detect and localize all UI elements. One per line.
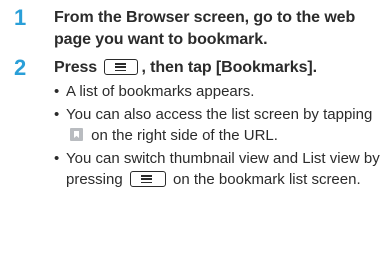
step-number: 1 [14, 5, 27, 30]
bullet-marker: • [54, 83, 60, 100]
instruction-page: 1 From the Browser screen, go to the web… [0, 0, 383, 265]
menu-key-icon [104, 59, 139, 75]
bookmark-icon [70, 128, 83, 141]
note-text: on the right side of the URL. [87, 127, 278, 144]
list-item: • You can also access the list screen by… [54, 104, 380, 147]
note-text: A list of bookmarks appears. [66, 83, 255, 100]
step-title: From the Browser screen, go to the web p… [54, 9, 356, 48]
menu-key-icon [129, 171, 166, 187]
step-2-notes: • A list of bookmarks appears. • You can… [54, 81, 380, 191]
step-title-text: , then tap [Bookmarks]. [141, 59, 317, 76]
bullet-marker: • [54, 149, 60, 167]
step-number: 2 [14, 55, 27, 80]
step-title-text: Press [54, 59, 102, 76]
list-item: • You can switch thumbnail view and List… [54, 148, 380, 191]
note-text: You can also access the list screen by t… [66, 105, 373, 123]
list-item: • A list of bookmarks appears. [54, 81, 380, 103]
note-text: on the bookmark list screen. [168, 171, 361, 188]
bullet-marker: • [54, 105, 60, 123]
step-title: Press , then tap [Bookmarks]. [54, 57, 380, 79]
